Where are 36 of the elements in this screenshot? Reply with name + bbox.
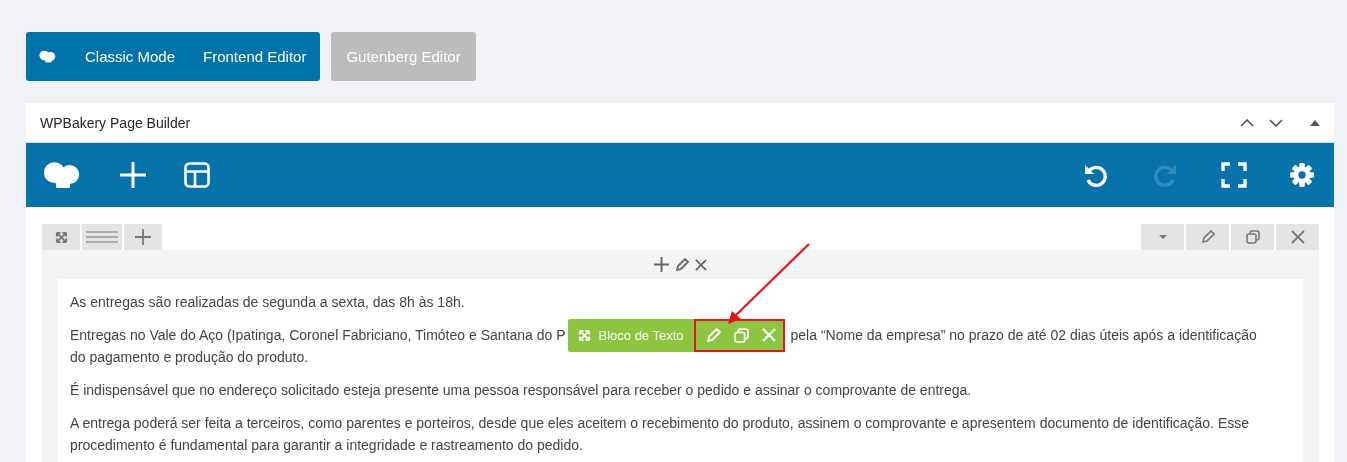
chevron-up-icon[interactable] (1240, 118, 1254, 127)
paragraph-text: pela “Nome da empresa” no prazo de até 02 dias úteis após a identificação (790, 326, 1257, 345)
move-arrows-icon (577, 328, 591, 342)
logo-icon (39, 50, 57, 63)
paragraph-text: do pagamento e produção do produto. (70, 348, 310, 367)
row-edit-control[interactable] (1186, 224, 1229, 250)
pencil-icon (1200, 230, 1215, 244)
paragraph-text: É indispensável que no endereço solicitado esteja presente uma pessoa responsável para receber o pedido e assinar o comprovante de entrega. (70, 381, 973, 400)
editor-mode-button[interactable]: Frontend Editor (203, 48, 307, 65)
fullscreen-icon[interactable] (1221, 162, 1247, 188)
close-icon (1290, 230, 1305, 244)
paragraph-text: Entregas no Vale do Aço (Ipatinga, Coronel Fabriciano, Timóteo e Santana do P (70, 326, 566, 345)
add-column-control[interactable] (124, 224, 162, 250)
move-arrows-icon (54, 230, 68, 244)
settings-icon[interactable] (1290, 163, 1314, 187)
add-icon (135, 229, 151, 245)
add-icon[interactable] (654, 257, 669, 272)
paragraph-text: procedimento é fundamental para garantir a integridade e rastreamento do pedido. (70, 436, 584, 455)
paragraph-text: As entregas são realizadas de segunda a sexta, das 8h às 18h. (70, 293, 466, 312)
paragraph-text: A entrega poderá ser feita a terceiros, como parentes e porteiros, desde que eles aceitem o recebimento do produto, assinem o comprovante e apresentem documento de identificação. Esse (70, 414, 1250, 433)
logo-icon[interactable] (42, 160, 82, 190)
row-delete-control[interactable] (1276, 224, 1319, 250)
row-drag-handle[interactable] (82, 224, 122, 250)
row-move-control[interactable] (42, 224, 80, 250)
pencil-icon[interactable] (675, 257, 689, 272)
close-icon[interactable] (695, 258, 707, 271)
caret-down-icon (1158, 235, 1167, 239)
drag-lines-icon (86, 231, 118, 243)
layout-template-icon[interactable] (184, 162, 210, 188)
collapse-triangle-icon[interactable] (1310, 119, 1320, 126)
copy-icon (1245, 230, 1260, 244)
panel-title: WPBakery Page Builder (40, 114, 191, 131)
undo-icon[interactable] (1083, 162, 1109, 188)
row-clone-control[interactable] (1231, 224, 1274, 250)
editor-mode-button[interactable]: Classic Mode (85, 48, 176, 65)
chevron-down-icon[interactable] (1269, 118, 1283, 127)
